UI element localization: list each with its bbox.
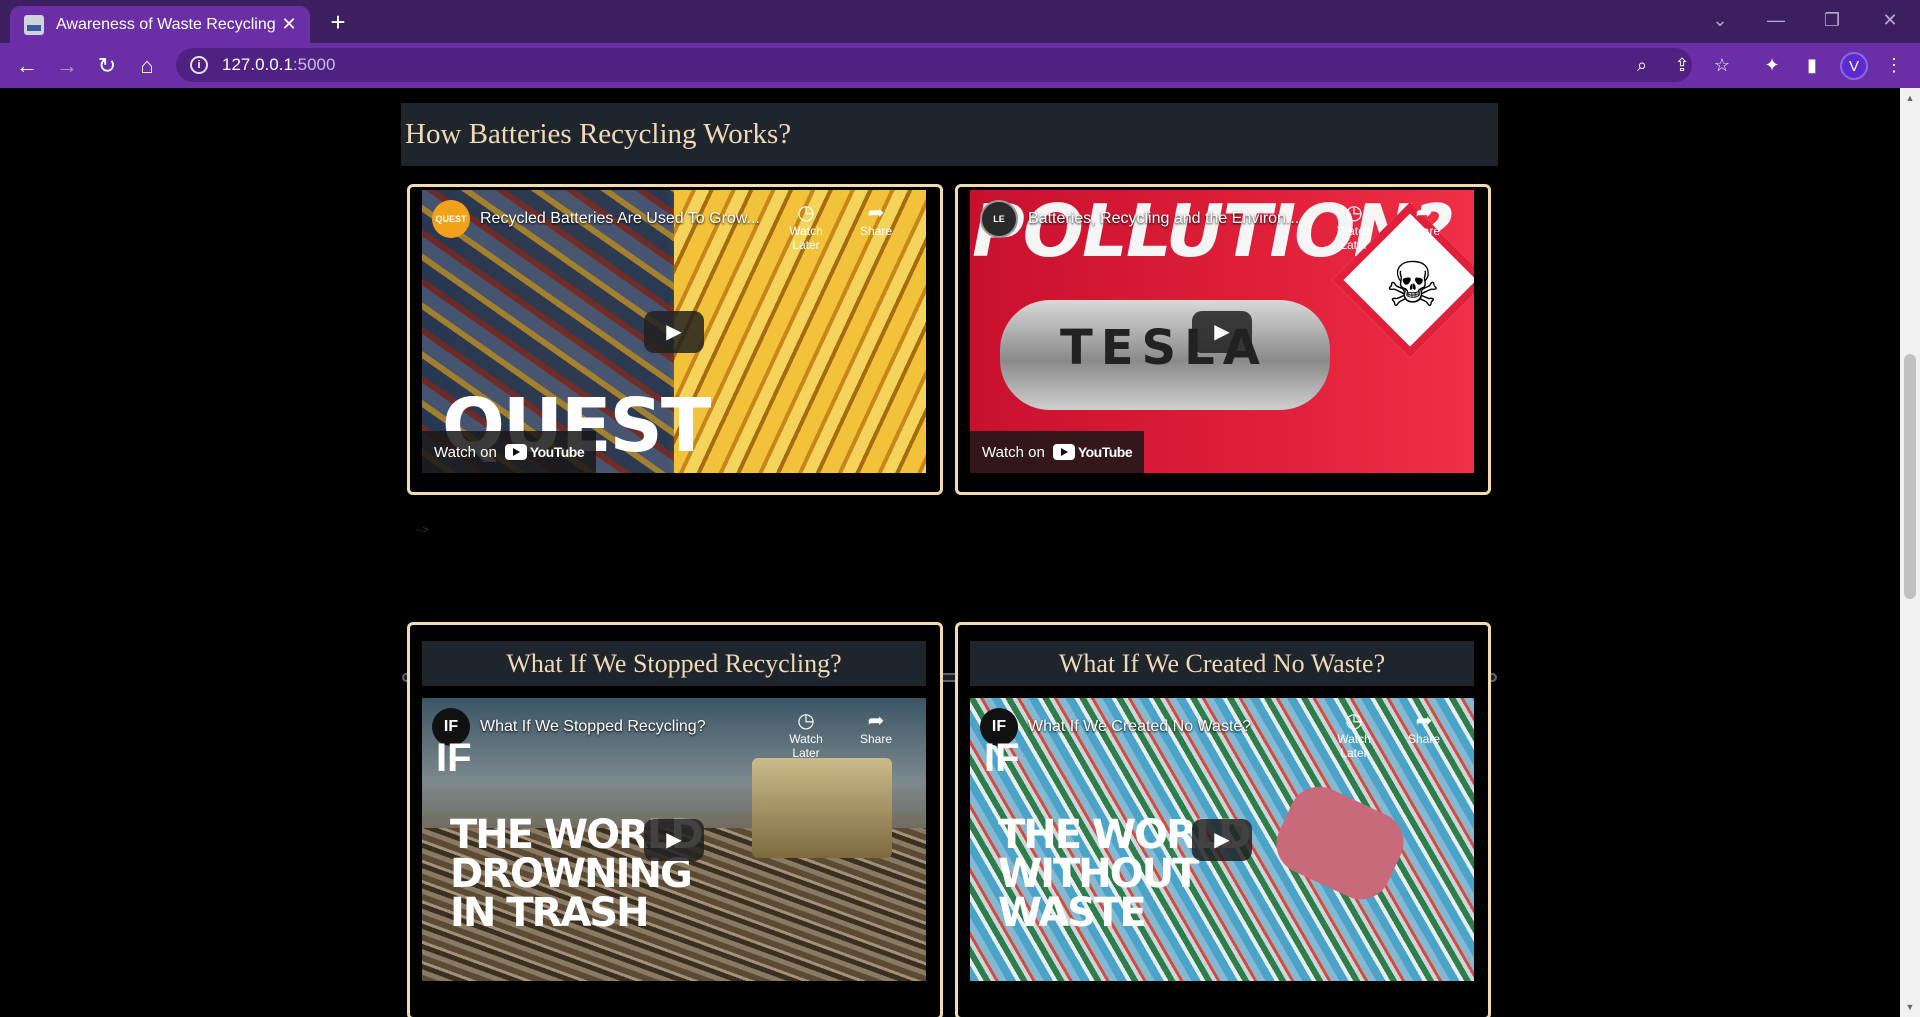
share-label: Share — [1407, 224, 1441, 238]
watch-later-label: Watch Later — [1337, 224, 1371, 252]
new-tab-button[interactable]: + — [322, 6, 354, 38]
section-title: How Batteries Recycling Works? — [401, 103, 1498, 166]
video-title[interactable]: Batteries, Recycling and the Environ... — [1028, 210, 1299, 228]
channel-avatar[interactable]: QUEST — [432, 200, 470, 238]
share-button[interactable]: ➦ Share — [1394, 710, 1454, 746]
play-button-icon[interactable]: ▶ — [1192, 310, 1252, 353]
tab-title: Awareness of Waste Recycling — [56, 15, 276, 33]
youtube-logo-icon: YouTube — [1052, 444, 1133, 460]
card-heading: What If We Stopped Recycling? — [422, 641, 926, 686]
channel-logo-text: IF — [436, 736, 472, 780]
url-host: 127.0.0.1 — [222, 55, 293, 74]
site-favicon-icon — [24, 14, 44, 35]
youtube-embed[interactable]: IF IF What If We Stopped Recycling? ◷ Wat… — [422, 698, 926, 981]
video-card: POLLUTION? TESLA ☠ LE Batteries, Recycli… — [955, 184, 1491, 495]
browser-toolbar: ← → ↻ ⌂ i 127.0.0.1:5000 ⌕ ⇪ ☆ ✦ ▮ ⋮ — [0, 43, 1920, 88]
watch-on-youtube-button[interactable]: Watch on YouTube — [970, 431, 1145, 473]
html-comment-residue: --> — [416, 525, 429, 536]
tab-strip: Awareness of Waste Recycling ✕ + ⌄ — ❐ ✕ — [0, 0, 1920, 43]
window-close-icon[interactable]: ✕ — [1870, 6, 1910, 34]
tab-close-icon[interactable]: ✕ — [278, 14, 300, 36]
watch-later-label: Watch Later — [789, 224, 823, 252]
browser-tab[interactable]: Awareness of Waste Recycling ✕ — [10, 6, 310, 43]
address-bar[interactable]: i 127.0.0.1:5000 — [176, 48, 1692, 82]
back-icon[interactable]: ← — [10, 49, 44, 83]
skull-icon: ☠ — [1385, 251, 1441, 320]
video-title[interactable]: Recycled Batteries Are Used To Grow... — [480, 210, 760, 228]
page-viewport: How Batteries Recycling Works? QUEST QUE… — [0, 88, 1900, 1017]
forward-icon[interactable]: → — [50, 49, 84, 83]
share-button[interactable]: ➦ Share — [846, 202, 906, 238]
share-arrow-icon: ➦ — [867, 710, 885, 732]
video-title[interactable]: What If We Created No Waste? — [1028, 718, 1251, 736]
watch-later-button[interactable]: ◷ Watch Later — [776, 202, 836, 252]
youtube-embed[interactable]: QUEST QUEST Recycled Batteries Are Used … — [422, 190, 926, 473]
watch-later-label: Watch Later — [789, 732, 823, 760]
zoom-icon[interactable]: ⌕ — [1626, 49, 1658, 81]
clock-icon: ◷ — [1345, 202, 1363, 224]
profile-avatar[interactable]: V — [1840, 52, 1868, 80]
channel-logo-text: IF — [984, 736, 1020, 780]
extensions-icon[interactable]: ✦ — [1756, 49, 1788, 81]
page-scrollbar[interactable]: ▲ ▼ — [1900, 88, 1920, 1017]
share-arrow-icon: ➦ — [1415, 710, 1433, 732]
share-button[interactable]: ➦ Share — [846, 710, 906, 746]
reload-icon[interactable]: ↻ — [90, 49, 124, 83]
url-port: :5000 — [292, 55, 336, 74]
share-label: Share — [859, 224, 893, 238]
watch-later-label: Watch Later — [1337, 732, 1371, 760]
scrollbar-thumb[interactable] — [1904, 354, 1916, 599]
clock-icon: ◷ — [1345, 710, 1363, 732]
video-card: What If We Created No Waste? IF IF What … — [955, 622, 1491, 1017]
scroll-down-icon[interactable]: ▼ — [1904, 1001, 1916, 1013]
watch-on-youtube-button[interactable]: Watch on YouTube — [422, 431, 597, 473]
watch-on-label: Watch on — [982, 443, 1045, 461]
youtube-embed[interactable]: POLLUTION? TESLA ☠ LE Batteries, Recycli… — [970, 190, 1474, 473]
share-label: Share — [859, 732, 893, 746]
watch-later-button[interactable]: ◷ Watch Later — [1324, 710, 1384, 760]
video-card: What If We Stopped Recycling? IF IF What… — [407, 622, 943, 1017]
home-icon[interactable]: ⌂ — [130, 49, 164, 83]
channel-avatar[interactable]: LE — [980, 200, 1018, 238]
clock-icon: ◷ — [797, 710, 815, 732]
watch-later-button[interactable]: ◷ Watch Later — [776, 710, 836, 760]
tab-search-icon[interactable]: ⌄ — [1700, 6, 1740, 34]
scroll-up-icon[interactable]: ▲ — [1904, 92, 1916, 104]
share-icon[interactable]: ⇪ — [1666, 49, 1698, 81]
watch-on-label: Watch on — [434, 443, 497, 461]
play-button-icon[interactable]: ▶ — [1192, 818, 1252, 861]
share-button[interactable]: ➦ Share — [1394, 202, 1454, 238]
share-arrow-icon: ➦ — [867, 202, 885, 224]
video-title[interactable]: What If We Stopped Recycling? — [480, 718, 706, 736]
video-card: QUEST QUEST Recycled Batteries Are Used … — [407, 184, 943, 495]
clock-icon: ◷ — [797, 202, 815, 224]
restore-icon[interactable]: ❐ — [1812, 6, 1852, 34]
card-heading: What If We Created No Waste? — [970, 641, 1474, 686]
watch-later-button[interactable]: ◷ Watch Later — [1324, 202, 1384, 252]
youtube-logo-icon: YouTube — [504, 444, 585, 460]
share-arrow-icon: ➦ — [1415, 202, 1433, 224]
site-info-icon[interactable]: i — [190, 56, 208, 74]
browser-menu-icon[interactable]: ⋮ — [1878, 49, 1910, 81]
bulldozer-image — [752, 758, 892, 858]
play-button-icon[interactable]: ▶ — [644, 818, 704, 861]
minimize-icon[interactable]: — — [1756, 6, 1796, 34]
share-label: Share — [1407, 732, 1441, 746]
bookmark-star-icon[interactable]: ☆ — [1706, 49, 1738, 81]
play-button-icon[interactable]: ▶ — [644, 310, 704, 353]
youtube-embed[interactable]: IF IF What If We Created No Waste? ◷ Watc… — [970, 698, 1474, 981]
side-panel-icon[interactable]: ▮ — [1796, 49, 1828, 81]
